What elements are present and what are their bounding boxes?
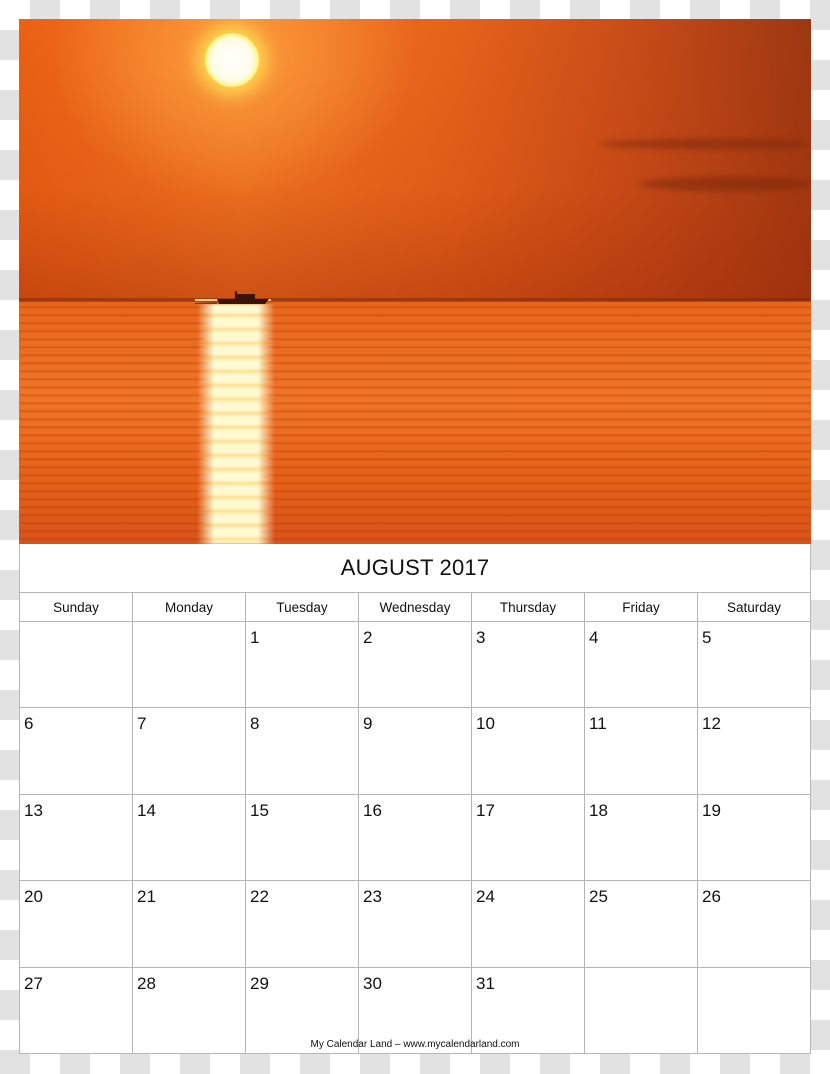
month-title-bar: AUGUST 2017 <box>19 544 811 592</box>
day-number: 19 <box>702 800 721 820</box>
weekday-header-friday: Friday <box>585 593 698 622</box>
day-number: 18 <box>589 800 608 820</box>
day-number: 20 <box>24 887 43 907</box>
day-cell: 13 <box>20 794 133 882</box>
day-cell: 3 <box>472 622 585 709</box>
day-number: 30 <box>363 973 382 993</box>
day-number: 17 <box>476 800 495 820</box>
day-cell: 10 <box>472 708 585 795</box>
day-cell: 25 <box>585 881 698 968</box>
day-cell: 5 <box>698 622 811 709</box>
day-cell <box>133 622 246 709</box>
day-cell: 20 <box>20 881 133 968</box>
day-number: 3 <box>476 628 486 647</box>
day-number: 22 <box>250 887 269 907</box>
day-number: 7 <box>137 714 147 734</box>
day-number: 1 <box>250 628 260 647</box>
day-cell: 1 <box>246 622 359 709</box>
day-number: 29 <box>250 973 269 993</box>
day-number: 28 <box>137 973 156 993</box>
footer-credit: My Calendar Land – www.mycalendarland.co… <box>310 1039 520 1050</box>
day-cell: 18 <box>585 794 698 882</box>
day-cell: 2 <box>359 622 472 709</box>
day-number: 15 <box>250 800 269 820</box>
day-cell: 17 <box>472 794 585 882</box>
day-cell: 19 <box>698 794 811 882</box>
day-number: 16 <box>363 800 382 820</box>
sun-reflection <box>197 304 275 544</box>
weekday-header-thursday: Thursday <box>472 593 585 622</box>
weekday-header-tuesday: Tuesday <box>246 593 359 622</box>
sun <box>205 33 259 87</box>
day-number: 6 <box>24 714 34 734</box>
day-number: 11 <box>589 714 607 734</box>
day-number: 25 <box>589 887 608 907</box>
cloud <box>639 177 811 191</box>
day-number: 31 <box>476 973 495 993</box>
cloud <box>599 139 811 149</box>
day-cell: 11 <box>585 708 698 795</box>
day-number: 9 <box>363 714 373 734</box>
weekday-header-sunday: Sunday <box>20 593 133 622</box>
sunset-photo <box>19 19 811 544</box>
calendar-grid: Sunday Monday Tuesday Wednesday Thursday… <box>19 592 811 1054</box>
day-number: 24 <box>476 887 495 907</box>
boat-silhouette-icon <box>195 291 271 304</box>
day-cell: 4 <box>585 622 698 709</box>
day-cell <box>20 622 133 709</box>
day-cell: 22 <box>246 881 359 968</box>
day-number: 8 <box>250 714 260 734</box>
day-cell: 7 <box>133 708 246 795</box>
day-cell: 21 <box>133 881 246 968</box>
day-number: 12 <box>702 714 721 734</box>
day-cell: 6 <box>20 708 133 795</box>
day-cell: 16 <box>359 794 472 882</box>
sea <box>19 301 811 544</box>
month-title: AUGUST 2017 <box>340 555 490 580</box>
weekday-header-saturday: Saturday <box>698 593 811 622</box>
day-cell: 9 <box>359 708 472 795</box>
day-cell: 24 <box>472 881 585 968</box>
day-number: 23 <box>363 887 382 907</box>
day-cell: 23 <box>359 881 472 968</box>
day-number: 4 <box>589 628 599 647</box>
day-number: 14 <box>137 800 156 820</box>
weekday-header-wednesday: Wednesday <box>359 593 472 622</box>
day-number: 2 <box>363 628 373 647</box>
day-number: 27 <box>24 973 43 993</box>
day-number: 5 <box>702 628 712 647</box>
day-number: 13 <box>24 800 43 820</box>
day-number: 26 <box>702 887 721 907</box>
calendar-page: AUGUST 2017 Sunday Monday Tuesday Wednes… <box>19 19 811 1054</box>
day-cell: 15 <box>246 794 359 882</box>
weekday-header-monday: Monday <box>133 593 246 622</box>
day-cell: 14 <box>133 794 246 882</box>
day-cell: 8 <box>246 708 359 795</box>
horizon <box>19 298 811 302</box>
sky <box>19 19 811 301</box>
day-number: 21 <box>137 887 156 907</box>
day-cell: 12 <box>698 708 811 795</box>
day-number: 10 <box>476 714 495 734</box>
day-cell: 26 <box>698 881 811 968</box>
